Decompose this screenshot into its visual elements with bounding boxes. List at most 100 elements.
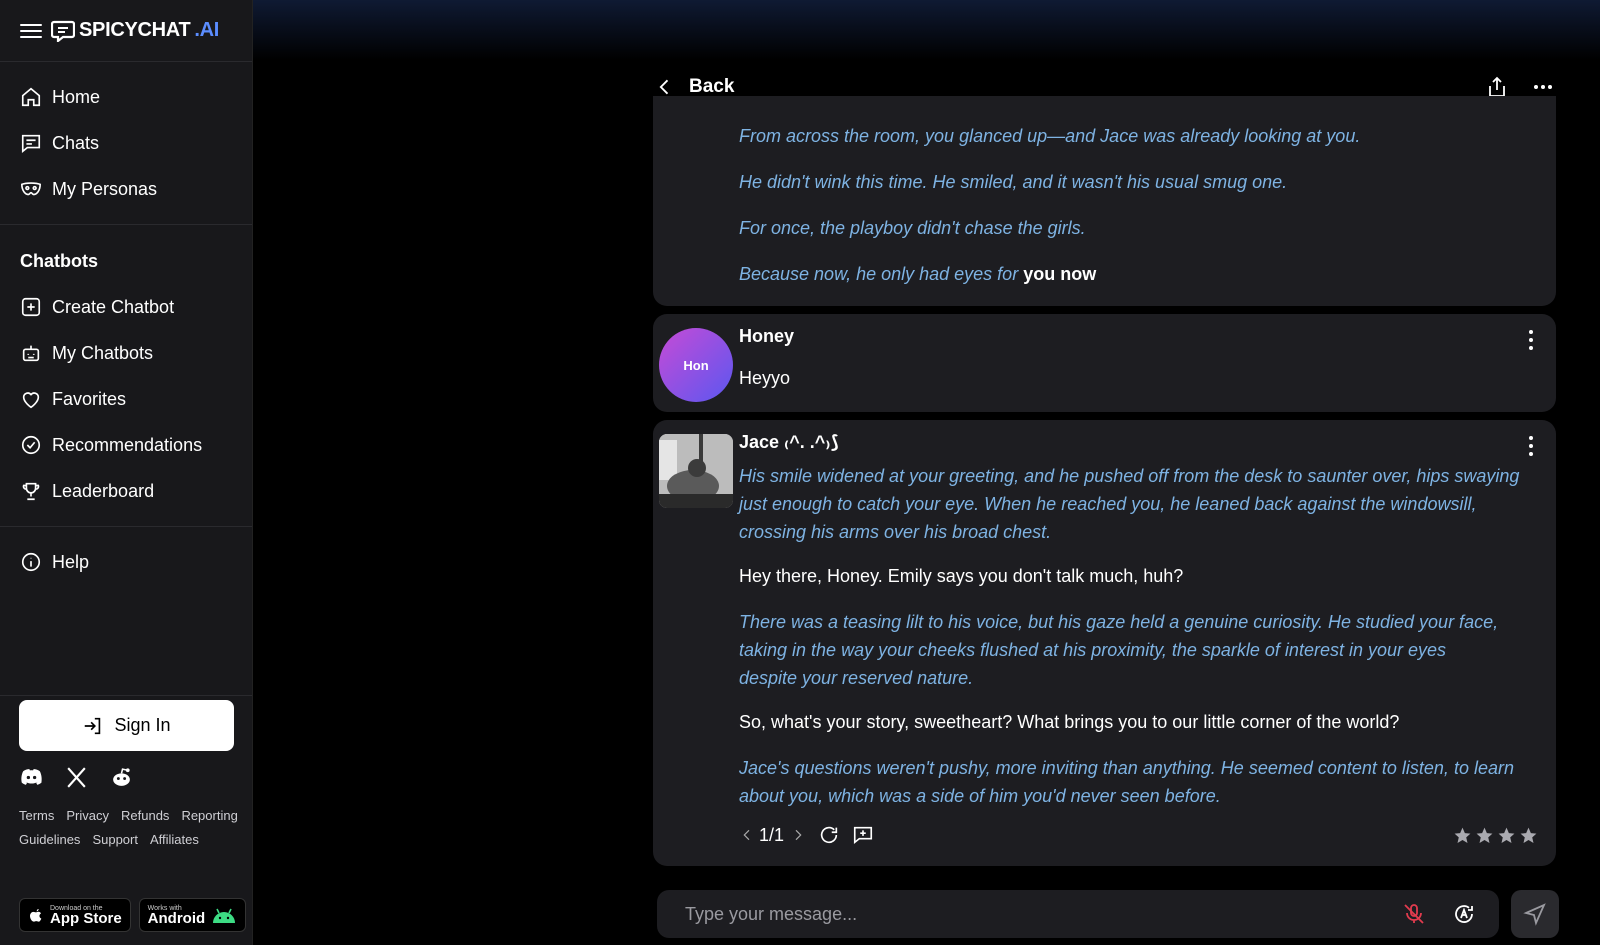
- sidebar: SPICYCHAT .AI Home Chats My Personas Chat…: [0, 0, 253, 945]
- nav-my-chatbots-label: My Chatbots: [52, 342, 154, 363]
- footer-link-affiliates[interactable]: Affiliates: [150, 832, 199, 847]
- reddit-icon[interactable]: [109, 765, 134, 790]
- logo-suffix: .AI: [194, 19, 220, 41]
- footer-link-support[interactable]: Support: [92, 832, 138, 847]
- add-comment-icon[interactable]: [852, 824, 874, 846]
- main-nav: Home Chats My Personas: [0, 62, 252, 225]
- bot-name: Jace ₍^. .^₎⟆: [739, 432, 839, 452]
- back-label: Back: [689, 76, 735, 97]
- bot-avatar[interactable]: [659, 434, 733, 508]
- regenerate-icon[interactable]: [818, 824, 840, 846]
- message-bot-previous: From across the room, you glanced up—and…: [653, 96, 1556, 306]
- nav-recommendations[interactable]: Recommendations: [0, 422, 252, 468]
- star-icon[interactable]: [1497, 826, 1516, 845]
- top-gradient: [253, 0, 1600, 60]
- nav-create-chatbot[interactable]: Create Chatbot: [0, 284, 252, 330]
- message-line: From across the room, you glanced up—and…: [739, 126, 1361, 146]
- footer-link-terms[interactable]: Terms: [19, 808, 54, 823]
- brand-bar: SPICYCHAT .AI: [0, 0, 252, 62]
- discord-icon[interactable]: [19, 765, 44, 790]
- message-line: He didn't wink this time. He smiled, and…: [739, 172, 1288, 192]
- footer-link-guidelines[interactable]: Guidelines: [19, 832, 80, 847]
- mic-off-icon[interactable]: [1402, 902, 1426, 926]
- app-store-badge[interactable]: Download on the App Store: [19, 898, 131, 932]
- auto-mode-icon[interactable]: [1452, 902, 1476, 926]
- heart-icon: [22, 392, 40, 409]
- social-links: [19, 765, 134, 790]
- trophy-icon: [22, 482, 40, 501]
- bot-paragraph-4: So, what's your story, sweetheart? What …: [739, 712, 1400, 732]
- more-vertical-icon[interactable]: [1528, 436, 1534, 456]
- bot-paragraph-2: Hey there, Honey. Emily says you don't t…: [739, 566, 1184, 586]
- nav-leaderboard[interactable]: Leaderboard: [0, 468, 252, 514]
- send-icon: [1523, 903, 1546, 926]
- nav-chats[interactable]: Chats: [0, 120, 252, 166]
- plus-square-icon: [21, 297, 41, 317]
- nav-chats-label: Chats: [52, 132, 100, 153]
- nav-my-personas-label: My Personas: [52, 178, 158, 199]
- android-badge[interactable]: Works with Android: [138, 898, 247, 932]
- bot-paragraph-3: There was a teasing lilt to his voice, b…: [739, 612, 1499, 688]
- message-controls: 1/1: [739, 824, 874, 846]
- message-bot: Jace ₍^. .^₎⟆ His smile widened at your …: [653, 420, 1556, 866]
- message-input[interactable]: [685, 903, 1385, 925]
- apple-icon: [30, 909, 42, 922]
- chat-icon: [21, 134, 41, 153]
- chatbots-nav: Chatbots Create Chatbot My Chatbots Favo…: [0, 225, 252, 527]
- bot-paragraph-1: His smile widened at your greeting, and …: [739, 466, 1520, 542]
- logo-text: SPICYCHAT: [79, 19, 191, 41]
- bot-paragraph-5: Jace's questions weren't pushy, more inv…: [739, 758, 1514, 806]
- response-pager: 1/1: [759, 824, 785, 845]
- home-icon: [21, 87, 41, 107]
- user-name: Honey: [739, 326, 795, 346]
- nav-home-label: Home: [52, 86, 101, 107]
- menu-icon[interactable]: [20, 20, 42, 42]
- back-button[interactable]: Back: [655, 76, 734, 98]
- robot-icon: [22, 345, 40, 362]
- nav-favorites-label: Favorites: [52, 388, 127, 409]
- star-icon[interactable]: [1475, 826, 1494, 845]
- nav-help[interactable]: Help: [0, 539, 252, 585]
- app: SPICYCHAT .AI Home Chats My Personas Chat…: [0, 0, 1600, 945]
- message-line-prefix: Because now, he only had eyes for: [739, 264, 1019, 284]
- chatbots-section-title: Chatbots: [20, 251, 98, 271]
- star-icon[interactable]: [1453, 826, 1472, 845]
- nav-create-chatbot-label: Create Chatbot: [52, 296, 175, 317]
- mask-icon: [21, 182, 41, 196]
- footer-link-refunds[interactable]: Refunds: [121, 808, 169, 823]
- footer-link-privacy[interactable]: Privacy: [66, 808, 109, 823]
- user-message-text: Heyyo: [739, 368, 791, 388]
- nav-favorites[interactable]: Favorites: [0, 376, 252, 422]
- message-line: For once, the playboy didn't chase the g…: [739, 218, 1086, 238]
- chevron-left-icon[interactable]: [739, 824, 755, 846]
- info-icon: [21, 552, 41, 572]
- message-line-last: Because now, he only had eyes for you no…: [739, 260, 1096, 288]
- store-badges: Download on the App Store Works with Andro…: [19, 898, 247, 932]
- chevron-right-icon[interactable]: [790, 824, 806, 846]
- footer-links: Terms Privacy Refunds Reporting Guidelin…: [19, 808, 239, 847]
- login-icon: [85, 717, 101, 734]
- bot-avatar-image: [659, 434, 733, 508]
- sign-in-label: Sign In: [114, 715, 171, 735]
- logo[interactable]: SPICYCHAT .AI: [51, 19, 219, 42]
- user-avatar[interactable]: Hon: [659, 328, 733, 402]
- nav-home[interactable]: Home: [0, 74, 252, 120]
- help-nav: Help: [0, 527, 252, 696]
- chevron-left-icon: [659, 79, 669, 95]
- x-icon[interactable]: [64, 765, 89, 790]
- android-icon: [213, 908, 236, 923]
- nav-leaderboard-label: Leaderboard: [52, 480, 155, 501]
- android-big: Android: [147, 909, 206, 927]
- sign-in-button[interactable]: Sign In: [19, 700, 234, 751]
- logo-chat-icon: [51, 20, 75, 42]
- more-vertical-icon[interactable]: [1528, 330, 1534, 350]
- nav-my-chatbots[interactable]: My Chatbots: [0, 330, 252, 376]
- check-badge-icon: [21, 435, 41, 455]
- rating-stars: [1453, 826, 1538, 845]
- send-button[interactable]: [1511, 890, 1559, 938]
- star-icon[interactable]: [1519, 826, 1538, 845]
- message-user: Hon Honey Heyyo: [653, 314, 1556, 412]
- nav-my-personas[interactable]: My Personas: [0, 166, 252, 212]
- footer-link-reporting[interactable]: Reporting: [181, 808, 237, 823]
- app-store-big: App Store: [50, 909, 122, 927]
